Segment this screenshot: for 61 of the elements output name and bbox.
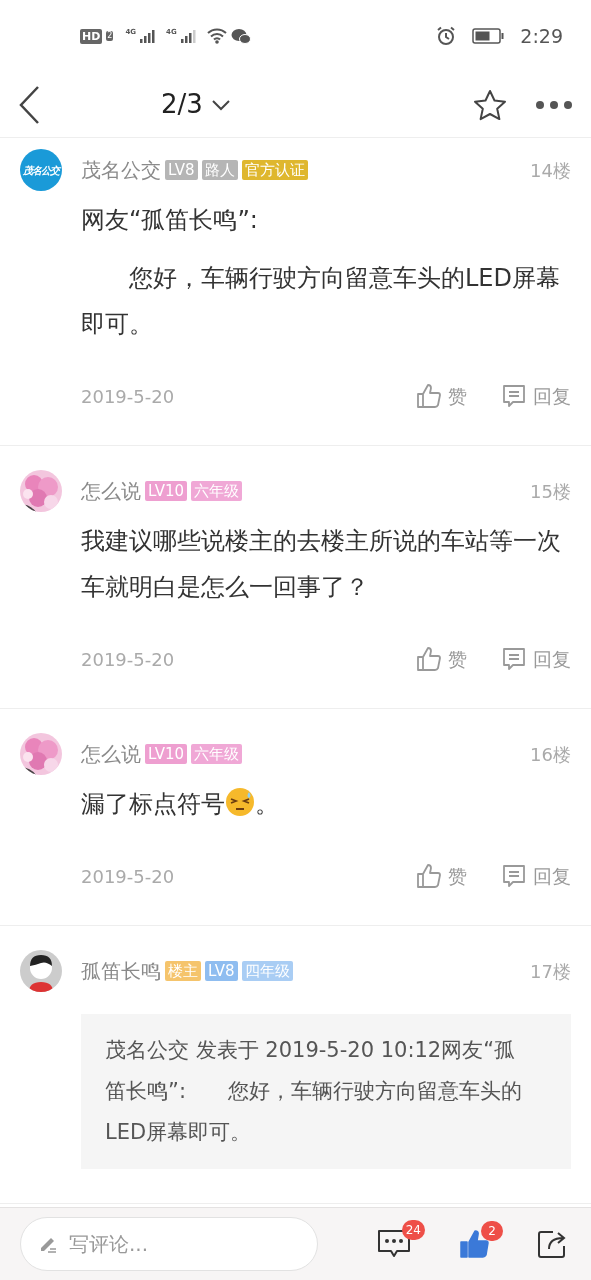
comment-field[interactable]: 写评论... [20,1217,318,1271]
wifi-icon [206,28,227,44]
share-icon [537,1229,567,1259]
logo-avatar[interactable]: 茂名公交 [20,149,62,191]
post-date: 2019-5-20 [81,647,175,672]
user-tag: 官方认证 [241,160,308,180]
sim-label: 2 [106,31,114,41]
quoted-post: 茂名公交 发表于 2019-5-20 10:12网友“孤笛长鸣”: 您好，车辆行驶方向留意车头的LED屏幕即可。 [81,1014,571,1169]
post-text: 我建议哪些说楼主的去楼主所说的车站等一次车就明白是怎么一回事了？ [81,526,562,603]
user-tag: LV8 [165,160,198,180]
floor-number: 14楼 [530,158,571,183]
star-icon[interactable] [473,88,507,121]
chevron-down-icon [210,98,231,111]
post-text: 网友“孤笛长鸣”: [81,205,259,236]
hd-label: HD [80,28,103,44]
count-badge: 24 [401,1220,425,1240]
signal-icon [180,29,197,43]
avatar-silhouette[interactable] [20,950,62,992]
user-tag: LV10 [145,481,188,501]
alarm-icon [436,26,457,46]
battery-icon [472,28,505,44]
thumbs-up-icon [416,863,442,889]
floor-number: 16楼 [530,742,571,767]
like-button[interactable]: 赞 [416,861,467,891]
thumbs-up-icon [416,383,442,409]
thumbs-up-icon [416,646,442,672]
reply-button[interactable]: 回复 [501,861,571,891]
post-date: 2019-5-20 [81,864,175,889]
post-text: 漏了标点符号 。 [81,781,571,827]
post-text: 您好，车辆行驶方向留意车头的LED屏幕即可。 [81,263,561,340]
author-name[interactable]: 茂名公交 [81,155,161,185]
user-tag: 六年级 [191,744,243,764]
user-tag: 六年级 [191,481,243,501]
comment-icon [501,863,527,889]
post-date: 2019-5-20 [81,384,175,409]
back-icon[interactable] [18,84,40,125]
like-button[interactable] [459,1229,489,1259]
time-label: 2:29 [520,23,563,49]
like-button[interactable]: 赞 [416,644,467,674]
floor-number: 17楼 [530,959,571,984]
user-tag: LV10 [145,744,188,764]
emoji-icon [225,787,255,817]
share-button[interactable] [537,1229,567,1259]
user-tag: 四年级 [241,961,293,981]
page-selector[interactable]: 2/3 [161,85,231,124]
author-name[interactable]: 孤笛长鸣 [81,956,161,986]
like-button[interactable]: 赞 [416,381,467,411]
comment-icon [501,383,527,409]
signal-icon [140,29,157,43]
user-tag: 路人 [201,160,238,180]
user-tag: LV8 [205,961,238,981]
chat-icon [230,27,251,45]
comment-icon [501,646,527,672]
reply-button[interactable]: 回复 [501,644,571,674]
user-tag: 楼主 [165,961,201,981]
reply-button[interactable]: 回复 [501,381,571,411]
more-icon[interactable] [535,99,573,110]
author-name[interactable]: 怎么说 [81,476,141,506]
count-badge: 2 [481,1221,503,1241]
floor-number: 15楼 [530,479,571,504]
author-name[interactable]: 怎么说 [81,739,141,769]
